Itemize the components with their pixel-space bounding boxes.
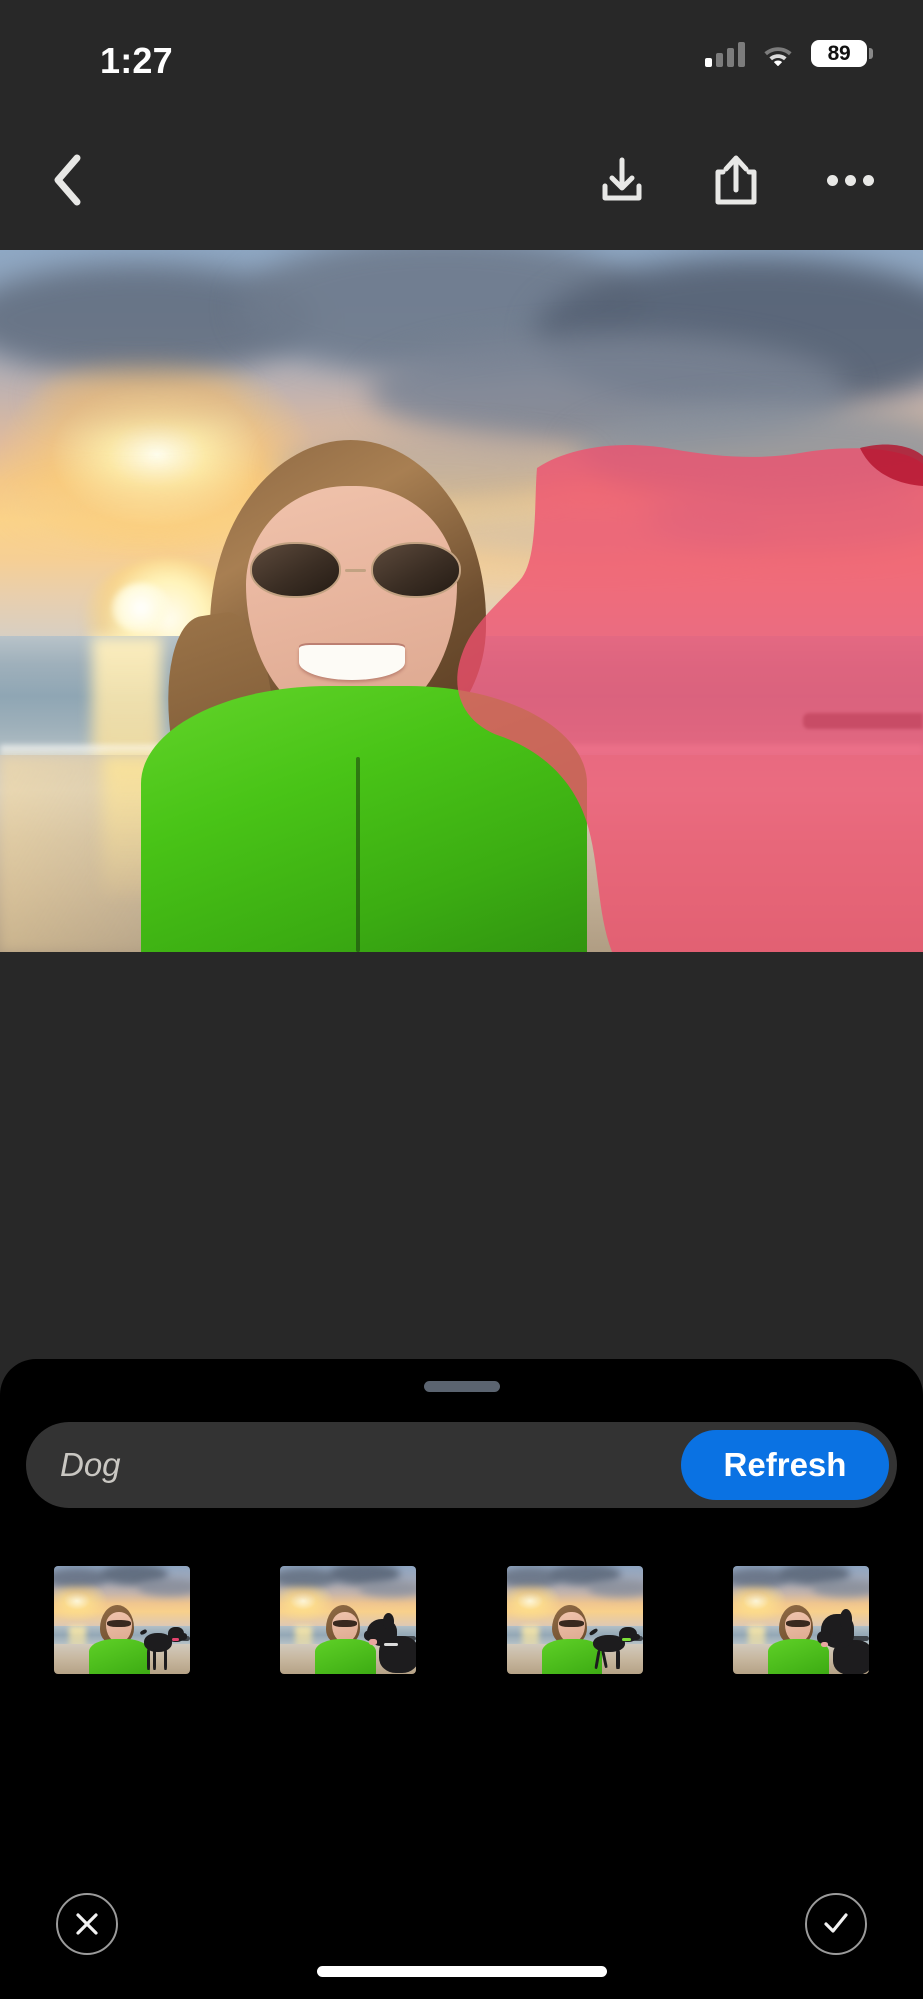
battery-level: 89 [827, 42, 851, 65]
variation-thumbnail[interactable] [732, 1566, 869, 1674]
photo-canvas[interactable] [0, 250, 923, 952]
toolbar-right-actions [589, 147, 883, 213]
close-icon [76, 1913, 98, 1935]
variation-thumbnail[interactable] [280, 1566, 417, 1674]
download-button[interactable] [589, 147, 655, 213]
source-photo [0, 250, 923, 952]
prompt-bar: Refresh [26, 1422, 897, 1508]
variation-thumbnail[interactable] [506, 1566, 643, 1674]
status-bar: 1:27 89 [0, 0, 923, 110]
generative-fill-sheet: Refresh [0, 1359, 923, 1999]
chevron-left-icon [54, 154, 81, 206]
checkmark-icon [824, 1913, 848, 1933]
sheet-drag-handle[interactable] [423, 1381, 500, 1392]
variation-thumbnail[interactable] [54, 1566, 190, 1674]
person-subject [140, 439, 588, 952]
prompt-input[interactable] [60, 1446, 681, 1484]
home-indicator [316, 1966, 607, 1977]
more-options-button[interactable] [817, 147, 883, 213]
jetty-rocks [803, 713, 923, 730]
back-button[interactable] [34, 147, 100, 213]
photo-editor-app: 1:27 89 Dog Refresh [0, 0, 923, 1999]
refresh-button[interactable]: Refresh [681, 1430, 889, 1500]
confirm-button[interactable] [805, 1893, 867, 1955]
variation-thumbnail-list [26, 1566, 897, 1674]
canvas-backdrop [0, 952, 923, 1359]
wifi-icon [764, 46, 792, 66]
more-options-icon [826, 174, 874, 186]
sunglasses [250, 542, 462, 599]
green-hoodie [140, 685, 588, 952]
battery-icon: 89 [811, 40, 873, 67]
download-icon [602, 157, 642, 201]
sun-reflection-sea [92, 636, 163, 763]
status-bar-clock: 1:27 [100, 40, 173, 81]
smile [299, 644, 405, 681]
hoodie-zipper [355, 757, 360, 952]
share-icon [715, 155, 757, 205]
share-button[interactable] [703, 147, 769, 213]
status-bar-indicators: 89 [705, 40, 873, 67]
editor-toolbar [0, 110, 923, 250]
cellular-signal-icon [705, 41, 745, 67]
cancel-button[interactable] [56, 1893, 118, 1955]
